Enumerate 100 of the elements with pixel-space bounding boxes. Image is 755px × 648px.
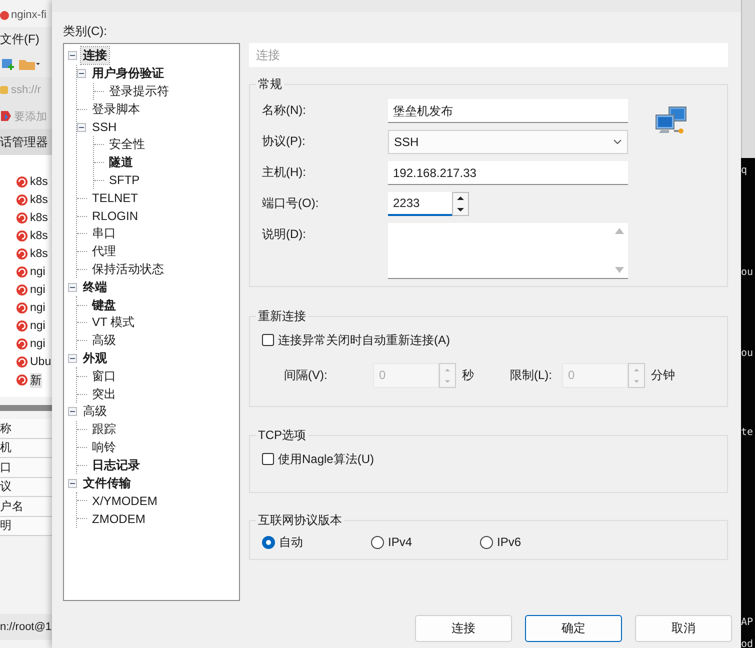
- tree-item[interactable]: 连接: [81, 47, 109, 64]
- protocol-dropdown[interactable]: SSH: [388, 130, 628, 154]
- terminal-text: od: [741, 638, 754, 648]
- property-name: 户名: [0, 497, 52, 516]
- property-name: 议: [0, 478, 52, 497]
- text-field[interactable]: 192.168.217.33: [388, 161, 628, 185]
- tree-item[interactable]: 终端: [81, 278, 109, 296]
- session-icon: [16, 212, 28, 224]
- property-name: 明: [0, 516, 52, 536]
- session-icon: [16, 194, 28, 206]
- tree-item[interactable]: 跟踪: [90, 421, 118, 438]
- session-item[interactable]: k8s: [30, 176, 48, 188]
- tree-item[interactable]: 文件传输: [81, 474, 133, 492]
- session-item[interactable]: k8s: [30, 212, 48, 224]
- collapse-icon[interactable]: [68, 354, 77, 363]
- tree-item[interactable]: 窗口: [90, 368, 118, 385]
- radio-option[interactable]: IPv6: [480, 532, 589, 552]
- collapse-icon[interactable]: [68, 478, 77, 488]
- collapse-icon[interactable]: [68, 407, 77, 416]
- tree-item[interactable]: SFTP: [107, 173, 142, 188]
- tree-item[interactable]: RLOGIN: [90, 209, 140, 224]
- session-icon: [16, 248, 28, 260]
- session-item[interactable]: Ubu: [30, 356, 52, 368]
- session-icon: [16, 338, 28, 350]
- tree-item[interactable]: 登录提示符: [107, 82, 171, 100]
- bookmark-icon: [0, 110, 12, 122]
- tree-item[interactable]: TELNET: [90, 191, 140, 206]
- tree-item[interactable]: 键盘: [90, 296, 118, 314]
- collapse-icon[interactable]: [77, 69, 86, 78]
- terminal-text: ou: [741, 347, 754, 361]
- session-item[interactable]: ngi: [30, 338, 46, 350]
- dialog-button[interactable]: 连接: [415, 615, 512, 642]
- tree-item[interactable]: 高级: [90, 332, 118, 350]
- checkbox[interactable]: 连接异常关闭时自动重新连接(A): [262, 330, 715, 350]
- session-item[interactable]: ngi: [30, 302, 46, 314]
- session-item[interactable]: k8s: [30, 194, 48, 206]
- unit-label: 秒: [462, 367, 475, 384]
- collapse-icon[interactable]: [68, 51, 77, 60]
- radio-option[interactable]: 自动: [262, 532, 371, 552]
- field-label: 主机(H):: [262, 164, 307, 181]
- number-field: 0: [562, 363, 628, 388]
- collapse-icon[interactable]: [77, 122, 86, 132]
- radio-option[interactable]: IPv4: [371, 532, 480, 552]
- text-field[interactable]: 堡垒机发布: [388, 99, 628, 123]
- app-logo-icon: [0, 10, 9, 20]
- terminal-text: AP: [741, 616, 754, 630]
- category-label: 类别(C):: [63, 23, 108, 40]
- section-title: 连接: [249, 43, 728, 67]
- tree-item[interactable]: 高级: [81, 403, 109, 420]
- window-title: nginx-fi: [11, 9, 46, 21]
- panel-title: 话管理器: [0, 134, 48, 150]
- session-item[interactable]: k8s: [30, 248, 48, 260]
- lock-icon: [0, 86, 8, 94]
- session-item[interactable]: k8s: [30, 230, 48, 242]
- field-label: 端口号(O):: [262, 195, 320, 212]
- tree-item[interactable]: 保持活动状态: [90, 260, 166, 278]
- field-label: 名称(N):: [262, 102, 307, 119]
- property-name: 称: [0, 419, 52, 438]
- tree-item[interactable]: 安全性: [107, 136, 147, 154]
- terminal-text: ou: [741, 266, 754, 280]
- field-label: 协议(P):: [262, 133, 306, 150]
- checkbox[interactable]: 使用Nagle算法(U): [262, 449, 715, 469]
- group-title: 常规: [257, 76, 283, 93]
- session-icon: [16, 266, 28, 278]
- group-title: 互联网协议版本: [257, 512, 343, 529]
- status-text: n://root@1: [0, 614, 52, 640]
- tree-item[interactable]: 串口: [90, 225, 118, 242]
- tree-item[interactable]: SSH: [90, 120, 119, 134]
- dialog-button[interactable]: 取消: [635, 615, 732, 642]
- tree-item[interactable]: 突出: [90, 386, 118, 403]
- tree-item[interactable]: 隧道: [107, 154, 135, 172]
- property-name: 口: [0, 458, 52, 478]
- session-icon: [16, 176, 28, 188]
- tree-item[interactable]: 外观: [81, 350, 109, 367]
- dialog-button[interactable]: 确定: [525, 615, 622, 642]
- session-item[interactable]: ngi: [30, 284, 46, 296]
- tree-item[interactable]: 登录脚本: [90, 100, 142, 118]
- session-item[interactable]: ngi: [30, 266, 46, 278]
- tree-item[interactable]: 代理: [90, 243, 118, 260]
- collapse-icon[interactable]: [68, 282, 77, 292]
- group-title: TCP选项: [257, 427, 307, 444]
- tree-item[interactable]: ZMODEM: [90, 512, 148, 526]
- session-icon: [16, 374, 28, 386]
- field-label: 间隔(V):: [284, 367, 328, 384]
- spin-buttons[interactable]: [452, 192, 469, 216]
- session-icon: [16, 356, 28, 368]
- session-item[interactable]: 新: [30, 372, 42, 388]
- property-name: 机: [0, 438, 52, 458]
- session-icon: [16, 302, 28, 314]
- tree-item[interactable]: X/YMODEM: [90, 494, 160, 508]
- port-field[interactable]: 2233: [388, 192, 452, 216]
- unit-label: 分钟: [651, 367, 676, 384]
- tree-item[interactable]: 日志记录: [90, 456, 142, 474]
- tree-item[interactable]: 用户身份验证: [90, 65, 166, 82]
- session-icon: [16, 230, 28, 242]
- session-item[interactable]: ngi: [30, 320, 46, 332]
- tree-item[interactable]: VT 模式: [90, 314, 136, 332]
- tree-item[interactable]: 响铃: [90, 438, 118, 456]
- terminal-text: q: [741, 164, 748, 178]
- new-session-icon[interactable]: [1, 57, 15, 71]
